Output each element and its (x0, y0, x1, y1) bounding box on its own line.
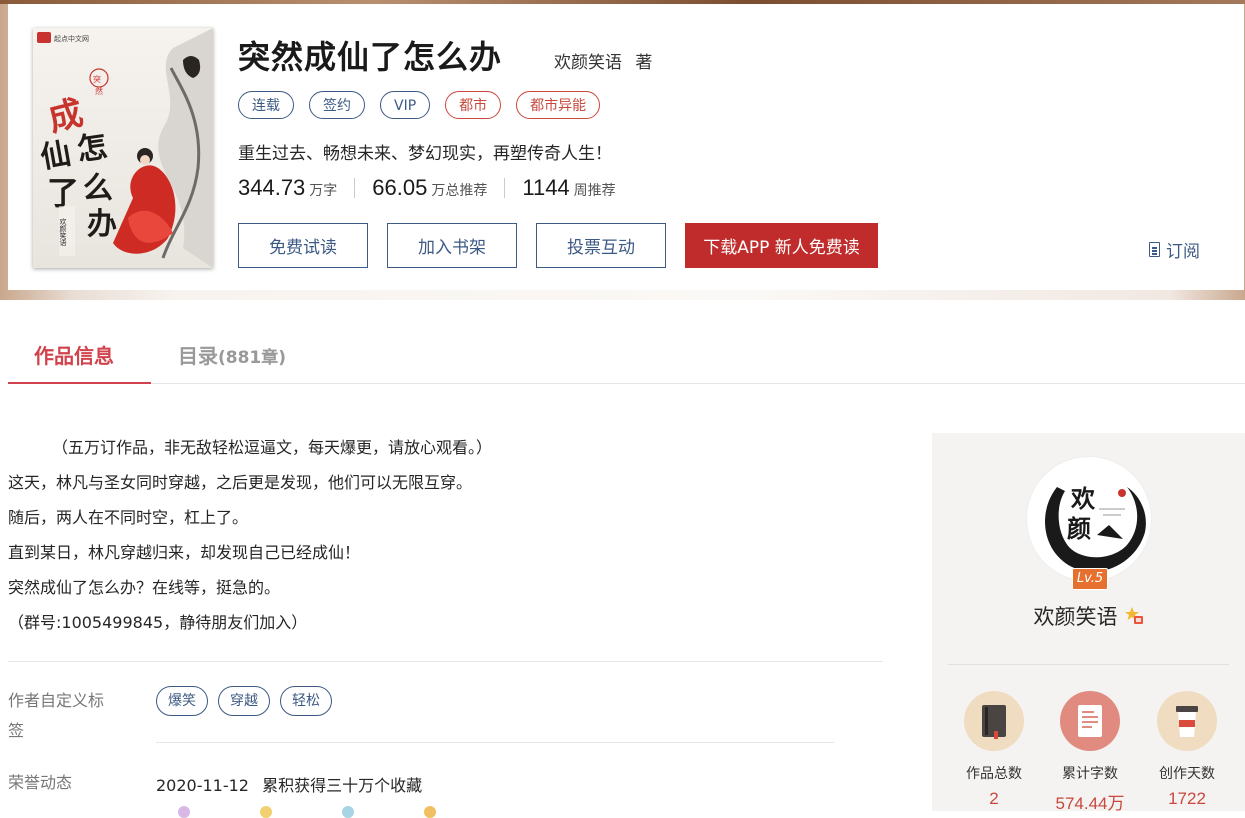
total-recommend-value: 66.05 (372, 175, 428, 200)
author-suffix: 著 (635, 53, 653, 73)
tab-catalog[interactable]: 目录(881章) (178, 340, 286, 369)
svg-text:然: 然 (95, 86, 103, 96)
coffee-cup-icon (1157, 691, 1217, 751)
description-line: 这天，林凡与圣女同时穿越，之后更是发现，他们可以无限互穿。 (8, 473, 473, 492)
stat-works-total: 作品总数 2 (944, 691, 1044, 809)
book-tags: 连载 签约 VIP 都市 都市异能 (238, 91, 601, 119)
cover-art: 起点中文网 突 然 成 仙 怎 了 么 办 欢颜笑语 (33, 28, 213, 268)
book-description: （五万订作品，非无敌轻松逗逼文，每天爆更，请放心观看。） 这天，林凡与圣女同时穿… (8, 430, 878, 640)
description-line: （群号:1005499845，静待朋友们加入） (8, 613, 308, 632)
honor-text: 累积获得三十万个收藏 (262, 776, 423, 795)
document-icon (1149, 242, 1160, 257)
stat-divider (504, 178, 506, 198)
custom-tag[interactable]: 穿越 (218, 686, 270, 716)
svg-text:么: 么 (83, 171, 113, 206)
section-divider (156, 742, 834, 743)
book-cover[interactable]: 起点中文网 突 然 成 仙 怎 了 么 办 欢颜笑语 (33, 28, 213, 268)
free-read-button[interactable]: 免费试读 (238, 223, 368, 268)
active-tab-indicator (8, 382, 151, 384)
author-level-badge: Lv.5 (1072, 568, 1108, 590)
book-stats: 344.73 万字 66.05 万总推荐 1144 周推荐 (238, 175, 616, 201)
total-recommend: 66.05 万总推荐 (372, 175, 487, 201)
badge-icon (178, 806, 190, 818)
weekly-recommend: 1144 周推荐 (522, 175, 615, 201)
document-icon (1060, 691, 1120, 751)
book-title: 突然成仙了怎么办 (238, 38, 503, 76)
section-divider (8, 661, 883, 662)
avatar-logo: 欢 颜 (1045, 484, 1146, 572)
tag-vip: VIP (380, 91, 431, 119)
tag-subcategory[interactable]: 都市异能 (516, 91, 601, 119)
tab-catalog-label: 目录 (178, 344, 218, 368)
stat-writing-days: 创作天数 1722 (1137, 691, 1237, 809)
custom-tags-label-line2: 签 (8, 721, 25, 740)
description-line: （五万订作品，非无敌轻松逗逼文，每天爆更，请放心观看。） (52, 438, 493, 457)
badge-icon (342, 806, 354, 818)
vote-button[interactable]: 投票互动 (536, 223, 666, 268)
honor-date: 2020-11-12 (156, 776, 249, 795)
description-line: 突然成仙了怎么办？在线等，挺急的。 (8, 578, 281, 597)
svg-text:颜: 颜 (1067, 514, 1091, 543)
book-icon (964, 691, 1024, 751)
subscribe-link[interactable]: 订阅 (1149, 237, 1200, 262)
total-words-label: 累计字数 (1062, 766, 1118, 782)
total-words-value: 574.44万 (1055, 794, 1125, 813)
word-count-value: 344.73 (238, 175, 306, 200)
add-to-shelf-button[interactable]: 加入书架 (387, 223, 517, 268)
svg-text:办: 办 (87, 207, 117, 242)
custom-tag[interactable]: 爆笑 (156, 686, 208, 716)
tab-book-info[interactable]: 作品信息 (34, 340, 114, 369)
stat-divider (354, 178, 356, 198)
total-recommend-unit: 万总推荐 (431, 183, 488, 199)
description-line: 随后，两人在不同时空，杠上了。 (8, 508, 249, 527)
book-intro: 重生过去、畅想未来、梦幻现实，再塑传奇人生！ (238, 144, 612, 164)
word-count: 344.73 万字 (238, 175, 337, 201)
svg-text:欢: 欢 (1070, 484, 1096, 513)
works-total-value: 2 (989, 789, 999, 808)
weekly-recommend-value: 1144 (522, 175, 570, 200)
tag-category-urban[interactable]: 都市 (445, 91, 502, 119)
honor-entry: 2020-11-12 累积获得三十万个收藏 (156, 772, 422, 796)
download-app-button[interactable]: 下载APP 新人免费读 (685, 223, 878, 268)
tag-signed: 签约 (309, 91, 365, 119)
subscribe-label: 订阅 (1166, 242, 1200, 262)
badge-icon (260, 806, 272, 818)
author-panel-name-text[interactable]: 欢颜笑语 (1034, 605, 1118, 629)
custom-tags-label-line1: 作者自定义标 (8, 691, 105, 710)
author-avatar[interactable]: 欢 颜 (1027, 457, 1151, 581)
stat-total-words: 累计字数 574.44万 (1040, 691, 1140, 814)
tab-catalog-count: (881章) (218, 348, 287, 368)
writing-days-value: 1722 (1168, 789, 1206, 808)
custom-tags-label: 作者自定义标 签 (8, 686, 128, 746)
works-total-label: 作品总数 (966, 766, 1022, 782)
honor-label: 荣誉动态 (8, 773, 73, 792)
author-panel: 欢 颜 Lv.5 欢颜笑语 作品总数 2 累计字数 574.44万 创作天数 1 (932, 433, 1245, 814)
custom-tags-list: 爆笑 穿越 轻松 (156, 686, 332, 716)
honor-badges (178, 806, 436, 818)
author-panel-divider (948, 664, 1229, 665)
badge-icon (424, 806, 436, 818)
writing-days-label: 创作天数 (1159, 766, 1215, 782)
svg-text:仙: 仙 (38, 136, 74, 176)
word-count-unit: 万字 (309, 183, 338, 199)
svg-text:突: 突 (93, 74, 101, 84)
weekly-recommend-unit: 周推荐 (573, 183, 616, 199)
svg-text:起点中文网: 起点中文网 (54, 34, 89, 43)
author-panel-name[interactable]: 欢颜笑语 (932, 601, 1245, 631)
author-name[interactable]: 欢颜笑语 (554, 53, 622, 73)
book-author[interactable]: 欢颜笑语 著 (554, 48, 652, 73)
star-badge-icon (1124, 607, 1143, 624)
svg-text:欢颜笑语: 欢颜笑语 (59, 217, 67, 247)
tag-serializing: 连载 (238, 91, 294, 119)
description-line: 直到某日，林凡穿越归来，却发现自己已经成仙！ (8, 543, 361, 562)
custom-tag[interactable]: 轻松 (280, 686, 332, 716)
svg-text:怎: 怎 (75, 129, 110, 168)
tab-bar: 作品信息 目录(881章) (8, 330, 1245, 384)
